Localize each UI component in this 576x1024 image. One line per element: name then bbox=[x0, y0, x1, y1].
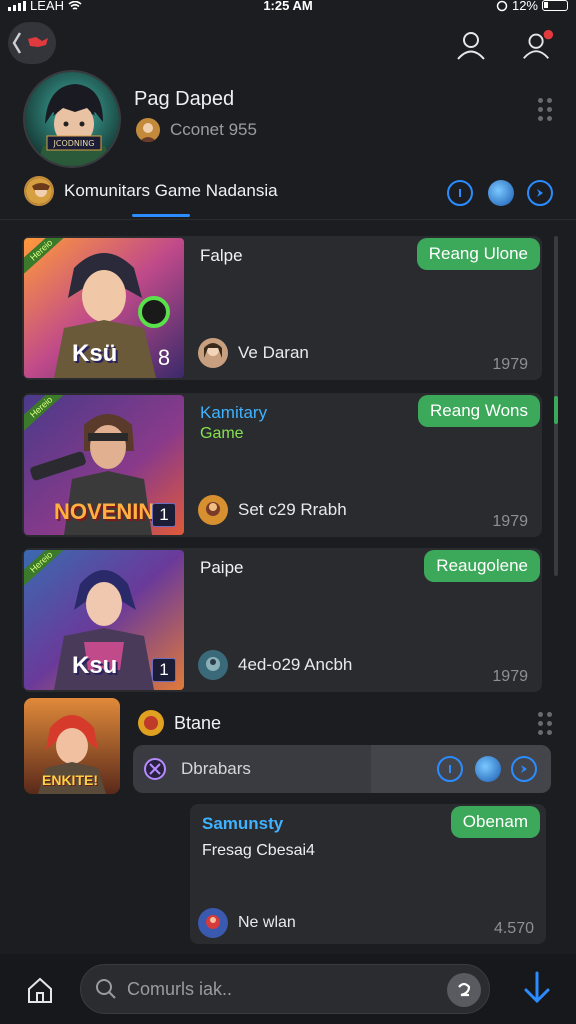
download-icon[interactable] bbox=[522, 970, 552, 1006]
card-title: Kamitary bbox=[200, 403, 268, 422]
battery-percent: 12% bbox=[511, 0, 538, 13]
thumbnail-title: NOVENIN bbox=[54, 499, 155, 524]
share-button[interactable] bbox=[527, 180, 553, 206]
search-icon bbox=[96, 979, 116, 999]
level-badge: 1 bbox=[152, 503, 176, 527]
card-subtitle: Game bbox=[200, 425, 244, 442]
author-avatar bbox=[198, 338, 228, 368]
message-text: Fresag Cbesai4 bbox=[202, 842, 315, 859]
arrow-icon bbox=[521, 765, 527, 773]
card-year: 1979 bbox=[492, 513, 528, 530]
game-card[interactable]: Hereio Ksu 1 Paipe Reaugolene 4ed-o29 An… bbox=[22, 548, 542, 692]
mini-avatar bbox=[136, 118, 160, 142]
card-year: 1979 bbox=[492, 356, 528, 373]
bottom-bar bbox=[0, 954, 576, 1024]
author-avatar bbox=[198, 908, 228, 938]
active-tab-indicator bbox=[132, 214, 190, 217]
level-badge: 1 bbox=[152, 658, 176, 682]
author-avatar bbox=[198, 650, 228, 680]
card-year: 1979 bbox=[492, 668, 528, 685]
notification-profile-icon[interactable] bbox=[520, 28, 554, 62]
thumbnail-title: Ksu bbox=[72, 652, 118, 679]
reang-button[interactable]: Reang Ulone bbox=[416, 238, 540, 270]
info-button[interactable] bbox=[447, 180, 473, 206]
community-title[interactable]: Komunitars Game Nadansia bbox=[64, 181, 278, 201]
profile-icon[interactable] bbox=[454, 28, 488, 62]
user-avatar bbox=[138, 710, 164, 736]
author-name: Set c29 Rrabh bbox=[238, 500, 347, 519]
share-button[interactable] bbox=[511, 756, 537, 782]
target-icon bbox=[144, 758, 166, 780]
info-icon bbox=[449, 765, 451, 773]
game-thumbnail: Hereio Ksü 8 bbox=[24, 238, 184, 378]
arrow-icon bbox=[537, 189, 543, 197]
message-title: Samunsty bbox=[202, 814, 284, 833]
game-thumbnail: Hereio Ksu 1 bbox=[24, 550, 184, 690]
profile-subtitle: Cconet 955 bbox=[170, 120, 257, 139]
open-button[interactable]: Obenam bbox=[450, 806, 540, 838]
info-icon bbox=[459, 189, 461, 197]
level-badge: 8 bbox=[157, 345, 171, 370]
game-card[interactable]: Hereio NOVENIN 1 Kamitary Game Reang Won… bbox=[22, 393, 542, 537]
author-name: 4ed-o29 Ancbh bbox=[238, 655, 353, 674]
reang-button[interactable]: Reang Wons bbox=[418, 395, 540, 427]
message-card[interactable]: Samunsty Fresag Cbesai4 Obenam Ne wlan 4… bbox=[190, 804, 546, 944]
alarm-icon bbox=[496, 0, 508, 11]
divider bbox=[0, 219, 576, 220]
community-avatar bbox=[24, 176, 54, 206]
card-title: Paipe bbox=[200, 558, 244, 577]
menu-dots-icon[interactable] bbox=[538, 98, 552, 121]
clock: 1:25 AM bbox=[263, 0, 313, 13]
menu-dots-icon[interactable] bbox=[538, 712, 552, 735]
send-button[interactable] bbox=[447, 973, 481, 1007]
game-thumbnail: Hereio NOVENIN 1 bbox=[24, 395, 184, 535]
send-icon bbox=[458, 982, 471, 997]
comment-input[interactable] bbox=[127, 978, 427, 1000]
avatar-logo-text: JCODNING bbox=[53, 139, 95, 148]
author-name: Ne wlan bbox=[238, 914, 296, 931]
scrollbar-thumb[interactable] bbox=[554, 396, 558, 424]
thumbnail-title: ENKITE! bbox=[42, 772, 98, 788]
author-avatar bbox=[198, 495, 228, 525]
filter-bar[interactable]: Dbrabars bbox=[133, 745, 551, 793]
status-bar: LEAH 1:25 AM 12% bbox=[0, 0, 576, 14]
user-name: Btane bbox=[174, 712, 222, 733]
home-icon[interactable] bbox=[24, 974, 56, 1006]
filter-label: Dbrabars bbox=[181, 759, 251, 778]
thumbnail-title: Ksü bbox=[72, 340, 118, 367]
card-title: Falpe bbox=[200, 246, 243, 265]
comment-input-container[interactable] bbox=[80, 964, 490, 1014]
back-button[interactable] bbox=[8, 22, 56, 64]
message-count: 4.570 bbox=[493, 920, 534, 937]
game-card[interactable]: Hereio Ksü 8 Falpe Reang Ulone Ve Daran … bbox=[22, 236, 542, 380]
avatar[interactable]: JCODNING bbox=[23, 70, 121, 168]
info-button[interactable] bbox=[437, 756, 463, 782]
globe-button[interactable] bbox=[488, 180, 514, 206]
globe-button[interactable] bbox=[475, 756, 501, 782]
battery-icon bbox=[542, 0, 568, 11]
reang-button[interactable]: Reaugolene bbox=[424, 550, 540, 582]
back-icon bbox=[12, 32, 48, 54]
post-thumbnail[interactable]: ENKITE! bbox=[24, 698, 120, 794]
profile-name: Pag Daped bbox=[134, 88, 235, 110]
author-name: Ve Daran bbox=[238, 343, 309, 362]
